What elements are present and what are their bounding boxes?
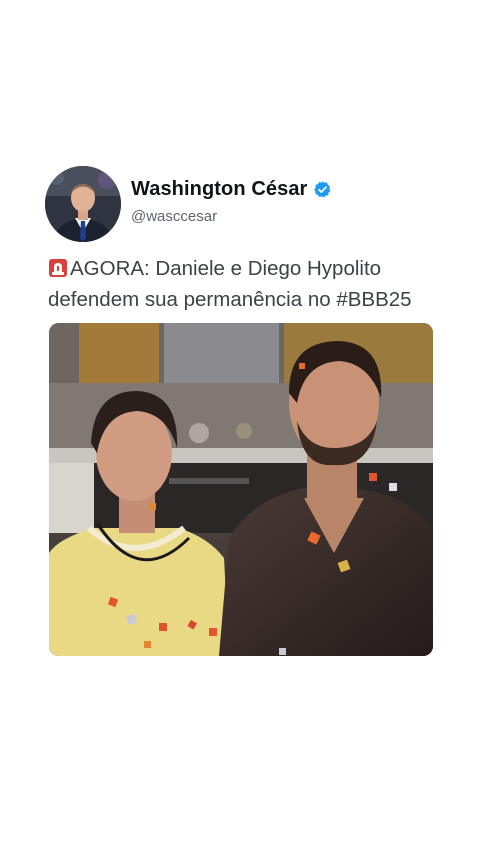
tweet-text-line-1: AGORA: Daniele e Diego Hypolito	[48, 253, 448, 284]
tweet-text: AGORA: Daniele e Diego Hypolito defendem…	[48, 253, 448, 315]
verified-badge-icon	[313, 180, 332, 199]
author-name[interactable]: Washington César	[131, 178, 307, 201]
author-handle[interactable]: @wasccesar	[131, 208, 217, 225]
siren-icon	[48, 256, 68, 277]
tweet-text-line-2: defendem sua permanência no #BBB25	[48, 288, 412, 311]
avatar[interactable]	[45, 166, 121, 242]
avatar-image	[45, 166, 121, 242]
author-name-row[interactable]: Washington César	[131, 178, 332, 201]
tweet-card: Washington César @wasccesar AGORA: Danie…	[0, 0, 480, 854]
media-photo	[49, 323, 433, 656]
tweet-media-image[interactable]	[49, 323, 433, 656]
tweet-text-line-1-content: AGORA: Daniele e Diego Hypolito	[70, 257, 382, 280]
